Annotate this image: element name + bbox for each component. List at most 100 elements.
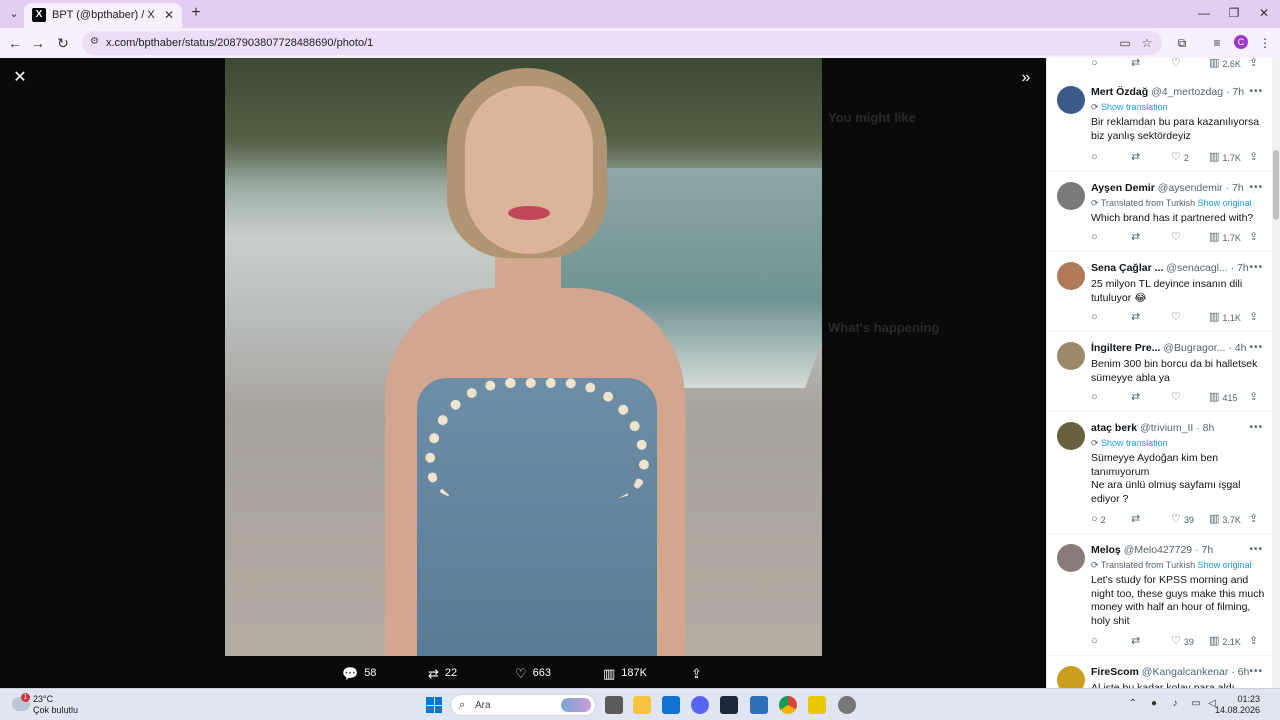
reply-tweet[interactable]: Ayşen Demir @aysendemir · 7h ••• ⟳ Transla… bbox=[1047, 172, 1272, 252]
reply-time[interactable]: · 7h bbox=[1226, 86, 1244, 98]
author-handle[interactable]: @Bugragor... bbox=[1163, 342, 1225, 354]
scrollbar-thumb[interactable] bbox=[1273, 150, 1279, 220]
cast-icon[interactable]: ▭ bbox=[1118, 36, 1132, 50]
share-button[interactable]: ⇪ bbox=[1249, 58, 1258, 69]
share-button[interactable]: ⇪ bbox=[1249, 636, 1258, 647]
app-icon[interactable] bbox=[750, 696, 768, 714]
like-button[interactable]: ♡ bbox=[1171, 312, 1184, 323]
file-explorer-icon[interactable] bbox=[633, 696, 651, 714]
chrome-menu-icon[interactable]: ⋮ bbox=[1257, 35, 1273, 51]
steam-icon[interactable] bbox=[720, 696, 738, 714]
repost-button[interactable]: ⇄ bbox=[1131, 514, 1143, 525]
profile-avatar[interactable]: C bbox=[1234, 35, 1248, 49]
reply-button[interactable]: ○ bbox=[1091, 232, 1101, 243]
url-text[interactable]: x.com/bpthaber/status/208790380772848869… bbox=[106, 37, 373, 49]
repost-button[interactable]: ⇄ bbox=[1131, 312, 1143, 323]
reply-time[interactable]: · 6h bbox=[1231, 666, 1249, 678]
views-button[interactable]: ▥ 415 bbox=[1209, 392, 1237, 403]
weather-temperature[interactable]: 23°C bbox=[33, 694, 53, 704]
reply-button[interactable]: ○ bbox=[1091, 636, 1101, 647]
microphone-icon[interactable]: ♪ bbox=[1168, 698, 1182, 709]
author-handle[interactable]: @Kangalcankenar bbox=[1142, 666, 1229, 678]
views-button[interactable]: ▥ 2.6K bbox=[1209, 58, 1241, 69]
settings-icon[interactable] bbox=[838, 696, 856, 714]
reply-tweet[interactable]: Mert Özdağ @4_mertozdag · 7h ••• ⟳ Show tr… bbox=[1047, 76, 1272, 172]
author-name[interactable]: Mert Özdağ bbox=[1091, 86, 1148, 98]
avatar[interactable] bbox=[1057, 86, 1085, 114]
repost-button[interactable]: ⇄ bbox=[1131, 232, 1143, 243]
tray-overflow-icon[interactable]: ⌃ bbox=[1126, 698, 1140, 709]
extensions-icon[interactable]: ⧉ bbox=[1174, 35, 1190, 51]
tweet-photo[interactable] bbox=[225, 58, 822, 656]
reply-tweet[interactable]: Meloş @Melo427729 · 7h ••• ⟳ Translated fr… bbox=[1047, 534, 1272, 656]
more-options-icon[interactable]: ••• bbox=[1249, 544, 1263, 555]
reply-tweet[interactable]: ataç berk @trivium_II · 8h ••• ⟳ Show tran… bbox=[1047, 412, 1272, 534]
author-name[interactable]: Sena Çağlar ... bbox=[1091, 262, 1163, 274]
views-button[interactable]: ▥ 2.1K bbox=[1209, 636, 1241, 647]
repost-button[interactable]: ⇄ bbox=[1131, 58, 1140, 69]
repost-button[interactable]: ⇄ bbox=[1131, 152, 1143, 163]
close-viewer-icon[interactable]: ✕ bbox=[12, 70, 28, 86]
reload-button[interactable]: ↻ bbox=[55, 35, 71, 51]
avatar[interactable] bbox=[1057, 182, 1085, 210]
warning-app-icon[interactable] bbox=[808, 696, 826, 714]
avatar[interactable] bbox=[1057, 422, 1085, 450]
repost-button[interactable]: ⇄ bbox=[1131, 636, 1143, 647]
views-button[interactable]: ▥ 1.1K bbox=[1209, 312, 1241, 323]
avatar[interactable] bbox=[1057, 666, 1085, 688]
reply-time[interactable]: · 4h bbox=[1228, 342, 1246, 354]
more-options-icon[interactable]: ••• bbox=[1249, 666, 1263, 677]
show-original-link[interactable]: Show original bbox=[1198, 560, 1252, 570]
reply-tweet[interactable]: FireScom @Kangalcankenar · 6h ••• Al işte … bbox=[1047, 656, 1272, 688]
more-options-icon[interactable]: ••• bbox=[1249, 262, 1263, 273]
share-button[interactable]: ⇪ bbox=[1249, 152, 1258, 163]
task-view-icon[interactable] bbox=[605, 696, 623, 714]
reply-button[interactable]: ○ bbox=[1091, 58, 1098, 69]
views-button[interactable]: ▥ 3.7K bbox=[1209, 514, 1241, 525]
reply-time[interactable]: · 7h bbox=[1231, 262, 1249, 274]
minimize-button[interactable]: — bbox=[1194, 5, 1214, 21]
forward-button[interactable]: → bbox=[30, 35, 46, 51]
share-button[interactable]: ⇪ bbox=[1249, 232, 1258, 243]
reply-time[interactable]: · 7h bbox=[1226, 182, 1244, 194]
author-name[interactable]: Meloş bbox=[1091, 544, 1121, 556]
like-button[interactable]: ♡ bbox=[1171, 58, 1181, 69]
author-handle[interactable]: @senacagl... bbox=[1166, 262, 1227, 274]
network-icon[interactable]: ▭ bbox=[1189, 698, 1203, 709]
reply-tweet[interactable]: İngiltere Pre... @Bugragor... · 4h ••• Ben… bbox=[1047, 332, 1272, 412]
bookmark-star-icon[interactable]: ☆ bbox=[1140, 36, 1154, 50]
avatar[interactable] bbox=[1057, 342, 1085, 370]
new-tab-button[interactable]: + bbox=[188, 5, 204, 21]
reply-time[interactable]: · 7h bbox=[1195, 544, 1213, 556]
reply-button[interactable]: ○ 2 bbox=[1091, 514, 1106, 525]
browser-tab[interactable]: X BPT (@bpthaber) / X ✕ bbox=[24, 3, 182, 28]
taskbar-search[interactable]: ⌕ Ara bbox=[450, 694, 596, 716]
views-action[interactable]: ▥ 187K bbox=[603, 664, 647, 682]
avatar[interactable] bbox=[1057, 262, 1085, 290]
author-handle[interactable]: @trivium_II bbox=[1140, 422, 1193, 434]
reply-tweet[interactable]: Sena Çağlar ... @senacagl... · 7h ••• 25 m… bbox=[1047, 252, 1272, 332]
avatar[interactable] bbox=[1057, 544, 1085, 572]
reply-button[interactable]: ○ bbox=[1091, 312, 1101, 323]
author-handle[interactable]: @4_mertozdag bbox=[1151, 86, 1223, 98]
address-bar[interactable]: ⚙ x.com/bpthaber/status/2087903807728488… bbox=[82, 31, 1162, 55]
like-button[interactable]: ♡ bbox=[1171, 232, 1184, 243]
share-button[interactable]: ⇪ bbox=[1249, 312, 1258, 323]
share-action[interactable]: ⇪ bbox=[691, 664, 702, 682]
like-button[interactable]: ♡ bbox=[1171, 392, 1184, 403]
share-button[interactable]: ⇪ bbox=[1249, 392, 1258, 403]
like-button[interactable]: ♡ 2 bbox=[1171, 152, 1189, 163]
site-info-icon[interactable]: ⚙ bbox=[90, 36, 102, 48]
close-window-button[interactable]: ✕ bbox=[1254, 5, 1274, 21]
reply-button[interactable]: ○ bbox=[1091, 392, 1101, 403]
author-name[interactable]: FireScom bbox=[1091, 666, 1139, 678]
reply-action[interactable]: 💬 58 bbox=[342, 664, 376, 682]
tab-search-icon[interactable]: ⌄ bbox=[6, 6, 22, 22]
like-action[interactable]: ♡ 663 bbox=[515, 664, 551, 682]
author-name[interactable]: Ayşen Demir bbox=[1091, 182, 1155, 194]
more-options-icon[interactable]: ••• bbox=[1249, 182, 1263, 193]
share-button[interactable]: ⇪ bbox=[1249, 514, 1258, 525]
repost-action[interactable]: ⇄ 22 bbox=[428, 664, 457, 682]
author-handle[interactable]: @aysendemir bbox=[1158, 182, 1223, 194]
close-tab-icon[interactable]: ✕ bbox=[162, 8, 176, 22]
